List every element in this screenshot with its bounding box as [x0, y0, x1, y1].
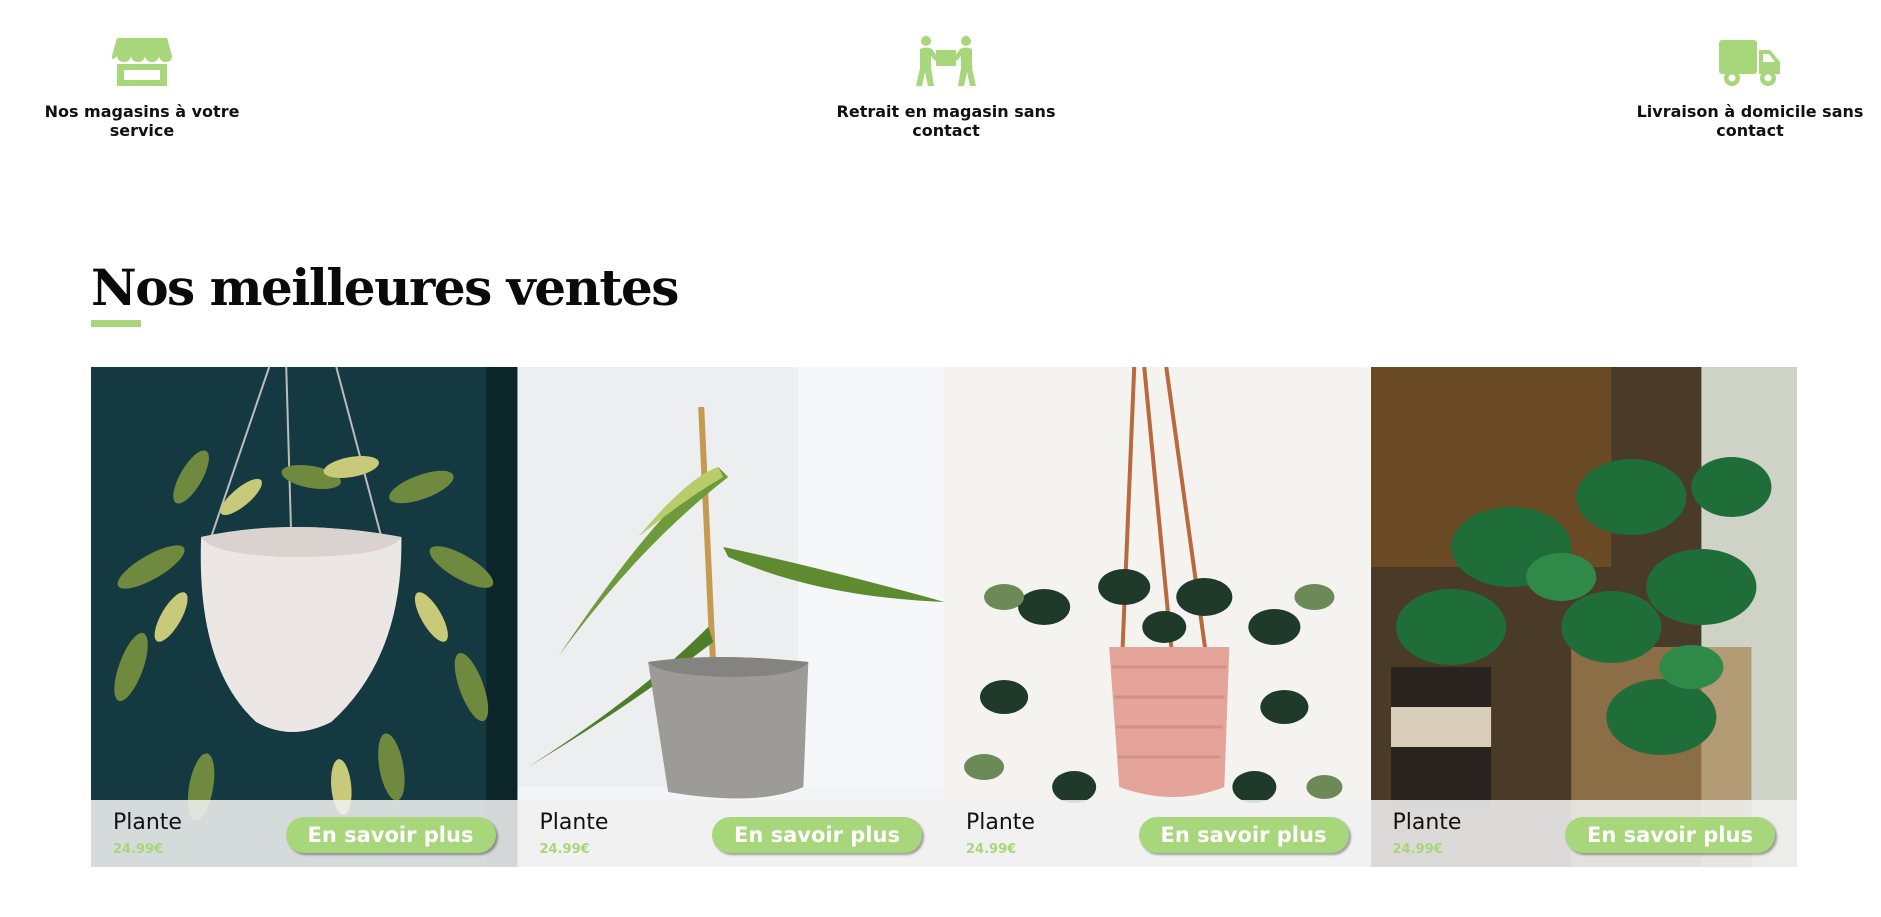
product-image-monstera	[1370, 367, 1797, 867]
product-price: 24.99€	[539, 842, 590, 857]
title-underline	[91, 320, 141, 327]
card-footer: Plante 24.99€ En savoir plus	[944, 800, 1371, 867]
delivery-truck-icon	[1719, 40, 1780, 86]
product-card: Plante 24.99€ En savoir plus	[517, 367, 944, 867]
feature-pickup: Retrait en magasin sans contact	[826, 36, 1066, 140]
feature-label: Livraison à domicile sans contact	[1636, 102, 1864, 140]
learn-more-button[interactable]: En savoir plus	[712, 817, 922, 853]
product-price: 24.99€	[1392, 842, 1443, 857]
product-price: 24.99€	[966, 842, 1017, 857]
product-image-vanilla	[517, 367, 944, 867]
product-name: Plante	[539, 810, 609, 835]
product-grid: Plante 24.99€ En savoir plus Plante 24.9…	[91, 367, 1797, 867]
card-footer: Plante 24.99€ En savoir plus	[517, 800, 944, 867]
product-card: Plante 24.99€ En savoir plus	[91, 367, 518, 867]
people-carrying-box-icon	[916, 36, 976, 86]
product-name: Plante	[966, 810, 1035, 835]
feature-label: Nos magasins à votre service	[44, 102, 240, 140]
storefront-icon	[111, 38, 172, 86]
feature-stores: Nos magasins à votre service	[22, 36, 262, 140]
feature-label: Retrait en magasin sans contact	[836, 102, 1056, 140]
card-footer: Plante 24.99€ En savoir plus	[91, 800, 518, 867]
product-price: 24.99€	[113, 842, 164, 857]
section-title: Nos meilleures ventes	[91, 258, 679, 317]
learn-more-button[interactable]: En savoir plus	[1565, 817, 1775, 853]
learn-more-button[interactable]: En savoir plus	[1138, 817, 1349, 853]
learn-more-button[interactable]: En savoir plus	[285, 817, 496, 853]
feature-delivery: Livraison à domicile sans contact	[1630, 36, 1870, 140]
product-image-scindapsus	[944, 367, 1371, 867]
product-image-hoya	[91, 367, 518, 867]
product-name: Plante	[113, 810, 182, 835]
card-footer: Plante 24.99€ En savoir plus	[1370, 800, 1797, 867]
product-card: Plante 24.99€ En savoir plus	[1370, 367, 1797, 867]
product-card: Plante 24.99€ En savoir plus	[944, 367, 1371, 867]
product-name: Plante	[1392, 810, 1462, 835]
